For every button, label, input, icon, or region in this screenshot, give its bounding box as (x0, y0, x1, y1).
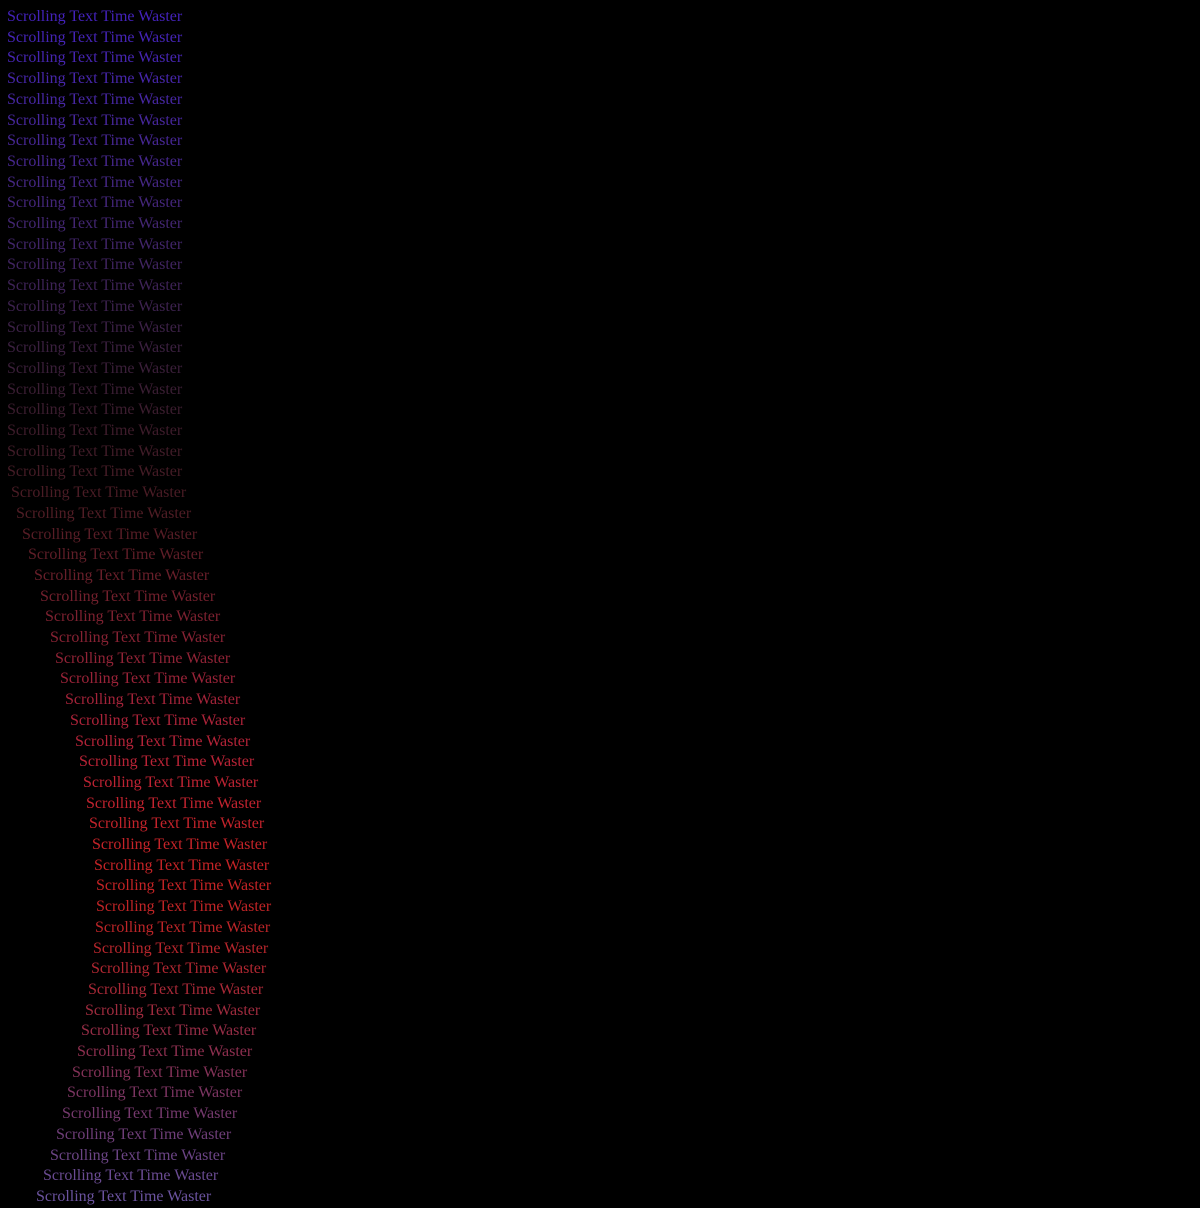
scrolling-text-line: Scrolling Text Time Waster (7, 132, 183, 150)
scrolling-text-line: Scrolling Text Time Waster (88, 980, 264, 998)
scrolling-text-line: Scrolling Text Time Waster (70, 711, 246, 729)
scrolling-text-line: Scrolling Text Time Waster (89, 815, 265, 833)
scrolling-text-line: Scrolling Text Time Waster (95, 918, 271, 936)
scrolling-text-line: Scrolling Text Time Waster (7, 152, 183, 170)
scrolling-text-line: Scrolling Text Time Waster (22, 525, 198, 543)
scrolling-text-line: Scrolling Text Time Waster (7, 422, 183, 439)
scrolling-text-line: Scrolling Text Time Waster (96, 877, 272, 895)
scrolling-text-line: Scrolling Text Time Waster (7, 380, 183, 398)
scrolling-text-line: Scrolling Text Time Waster (77, 1043, 253, 1060)
scrolling-text-line: Scrolling Text Time Waster (16, 504, 192, 522)
scrolling-text-line: Scrolling Text Time Waster (93, 939, 269, 957)
scrolling-text-line: Scrolling Text Time Waster (50, 629, 226, 646)
scrolling-text-line: Scrolling Text Time Waster (7, 256, 183, 274)
scrolling-text-line: Scrolling Text Time Waster (34, 566, 210, 584)
scrolling-text-line: Scrolling Text Time Waster (7, 173, 183, 191)
scrolling-text-line: Scrolling Text Time Waster (40, 587, 216, 605)
scrolling-text-line: Scrolling Text Time Waster (7, 215, 183, 232)
scrolling-text-line: Scrolling Text Time Waster (7, 90, 183, 108)
scrolling-text-line: Scrolling Text Time Waster (7, 111, 183, 129)
scrolling-text-line: Scrolling Text Time Waster (11, 484, 187, 502)
scrolling-text-line: Scrolling Text Time Waster (65, 691, 241, 709)
scrolling-text-line: Scrolling Text Time Waster (55, 649, 231, 667)
scrolling-text-line: Scrolling Text Time Waster (94, 856, 270, 874)
scrolling-text-line: Scrolling Text Time Waster (75, 732, 251, 750)
scrolling-text-line: Scrolling Text Time Waster (86, 794, 262, 812)
scrolling-text-line: Scrolling Text Time Waster (7, 401, 183, 419)
scrolling-text-line: Scrolling Text Time Waster (7, 8, 183, 25)
scrolling-text-stage: Scrolling Text Time Waster Scrolling Text… (0, 0, 1200, 1205)
scrolling-text-line: Scrolling Text Time Waster (7, 70, 183, 88)
scrolling-text-line: Scrolling Text Time Waster (50, 1146, 226, 1164)
scrolling-text-line: Scrolling Text Time Waster (7, 277, 183, 295)
scrolling-text-line: Scrolling Text Time Waster (7, 318, 183, 336)
scrolling-text-line: Scrolling Text Time Waster (28, 546, 204, 564)
scrolling-text-line: Scrolling Text Time Waster (92, 836, 268, 853)
scrolling-text-line: Scrolling Text Time Waster (56, 1125, 232, 1143)
scrolling-text-line: Scrolling Text Time Waster (43, 1167, 219, 1185)
scrolling-text-line: Scrolling Text Time Waster (7, 235, 183, 253)
scrolling-text-line: Scrolling Text Time Waster (7, 49, 183, 67)
scrolling-text-line: Scrolling Text Time Waster (36, 1187, 212, 1205)
scrolling-text-line: Scrolling Text Time Waster (7, 463, 183, 481)
scrolling-text-line: Scrolling Text Time Waster (7, 339, 183, 357)
scrolling-text-line: Scrolling Text Time Waster (7, 28, 183, 46)
scrolling-text-line: Scrolling Text Time Waster (7, 297, 183, 315)
scrolling-text-line: Scrolling Text Time Waster (81, 1022, 257, 1040)
scrolling-text-line: Scrolling Text Time Waster (62, 1105, 238, 1123)
scrolling-text-line: Scrolling Text Time Waster (7, 194, 183, 212)
scrolling-text-line: Scrolling Text Time Waster (85, 1001, 261, 1019)
scrolling-text-line: Scrolling Text Time Waster (79, 753, 255, 771)
scrolling-text-line: Scrolling Text Time Waster (96, 898, 272, 916)
scrolling-text-line: Scrolling Text Time Waster (7, 442, 183, 460)
scrolling-text-line: Scrolling Text Time Waster (67, 1084, 243, 1102)
scrolling-text-line: Scrolling Text Time Waster (83, 773, 259, 791)
scrolling-text-line: Scrolling Text Time Waster (72, 1063, 248, 1081)
scrolling-text-line: Scrolling Text Time Waster (60, 670, 236, 688)
scrolling-text-line: Scrolling Text Time Waster (7, 359, 183, 377)
scrolling-text-line: Scrolling Text Time Waster (91, 960, 267, 978)
scrolling-text-line: Scrolling Text Time Waster (45, 608, 221, 626)
